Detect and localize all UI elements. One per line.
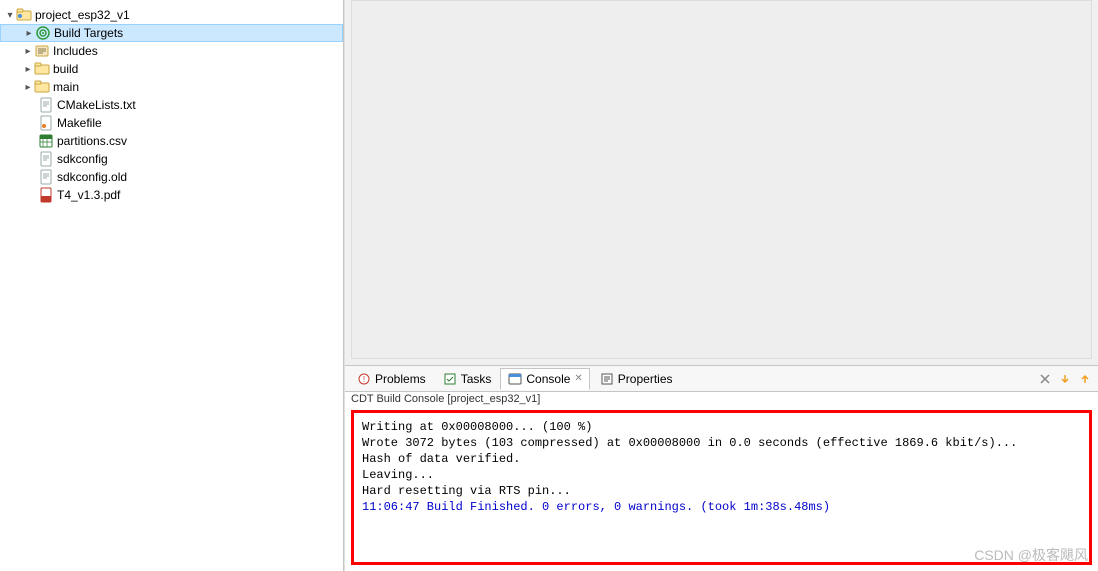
folder-icon bbox=[34, 79, 50, 95]
console-line-status: 11:06:47 Build Finished. 0 errors, 0 war… bbox=[362, 499, 1081, 515]
tree-file-label: sdkconfig.old bbox=[57, 170, 127, 184]
console-line: Writing at 0x00008000... (100 %) bbox=[362, 419, 1081, 435]
tree-file[interactable]: sdkconfig bbox=[0, 150, 343, 168]
console-line: Leaving... bbox=[362, 467, 1081, 483]
tab-problems[interactable]: ! Problems bbox=[349, 368, 433, 390]
editor-area bbox=[345, 0, 1098, 366]
tree-file-label: sdkconfig bbox=[57, 152, 108, 166]
chevron-right-icon[interactable]: ▸ bbox=[22, 82, 34, 93]
tree-file-label: partitions.csv bbox=[57, 134, 127, 148]
tree-file[interactable]: partitions.csv bbox=[0, 132, 343, 150]
tree-item-label: main bbox=[53, 80, 79, 94]
tree-file[interactable]: Makefile bbox=[0, 114, 343, 132]
tab-console[interactable]: Console ✕ bbox=[500, 368, 589, 390]
chevron-right-icon[interactable]: ▸ bbox=[23, 28, 35, 39]
tree-item-label: build bbox=[53, 62, 78, 76]
properties-icon bbox=[599, 371, 615, 387]
tree-file-label: CMakeLists.txt bbox=[57, 98, 136, 112]
includes-icon bbox=[34, 43, 50, 59]
tasks-icon bbox=[442, 371, 458, 387]
chevron-right-icon[interactable]: ▸ bbox=[22, 64, 34, 75]
csv-icon bbox=[38, 133, 54, 149]
tree-item-includes[interactable]: ▸ Includes bbox=[0, 42, 343, 60]
arrow-up-button[interactable] bbox=[1076, 370, 1094, 388]
problems-icon: ! bbox=[356, 371, 372, 387]
tree-file[interactable]: T4_v1.3.pdf bbox=[0, 186, 343, 204]
close-icon[interactable]: ✕ bbox=[574, 373, 582, 384]
tab-label: Tasks bbox=[461, 372, 492, 386]
console-output[interactable]: Writing at 0x00008000... (100 %) Wrote 3… bbox=[351, 410, 1092, 565]
tree-file-label: T4_v1.3.pdf bbox=[57, 188, 120, 202]
tree-item-label: Build Targets bbox=[54, 26, 123, 40]
tree-item-build-targets[interactable]: ▸ Build Targets bbox=[0, 24, 343, 42]
tab-label: Properties bbox=[618, 372, 673, 386]
tree-root[interactable]: ▾ project_esp32_v1 bbox=[0, 6, 343, 24]
console-title: CDT Build Console [project_esp32_v1] bbox=[345, 392, 1098, 408]
console-icon bbox=[507, 371, 523, 387]
target-icon bbox=[35, 25, 51, 41]
tab-tasks[interactable]: Tasks bbox=[435, 368, 499, 390]
console-line: Wrote 3072 bytes (103 compressed) at 0x0… bbox=[362, 435, 1081, 451]
tree-file-label: Makefile bbox=[57, 116, 102, 130]
chevron-down-icon[interactable]: ▾ bbox=[4, 10, 16, 21]
tree-item-label: Includes bbox=[53, 44, 98, 58]
file-icon bbox=[38, 151, 54, 167]
tree-item-main[interactable]: ▸ main bbox=[0, 78, 343, 96]
tab-label: Console bbox=[526, 372, 570, 386]
file-icon bbox=[38, 169, 54, 185]
pdf-icon bbox=[38, 187, 54, 203]
tree-file[interactable]: sdkconfig.old bbox=[0, 168, 343, 186]
chevron-right-icon[interactable]: ▸ bbox=[22, 46, 34, 57]
makefile-icon bbox=[38, 115, 54, 131]
svg-text:!: ! bbox=[363, 375, 365, 384]
tab-label: Problems bbox=[375, 372, 426, 386]
tree-file[interactable]: CMakeLists.txt bbox=[0, 96, 343, 114]
tree-root-label: project_esp32_v1 bbox=[35, 8, 130, 22]
console-line: Hash of data verified. bbox=[362, 451, 1081, 467]
console-line: Hard resetting via RTS pin... bbox=[362, 483, 1081, 499]
tab-properties[interactable]: Properties bbox=[592, 368, 680, 390]
tree-item-build[interactable]: ▸ build bbox=[0, 60, 343, 78]
bottom-tabs: ! Problems Tasks Console ✕ bbox=[345, 366, 1098, 392]
close-view-button[interactable] bbox=[1036, 370, 1054, 388]
folder-icon bbox=[34, 61, 50, 77]
file-icon bbox=[38, 97, 54, 113]
project-folder-icon bbox=[16, 7, 32, 23]
project-explorer: ▾ project_esp32_v1 ▸ Build Targets ▸ Inc… bbox=[0, 0, 344, 571]
arrow-down-button[interactable] bbox=[1056, 370, 1074, 388]
